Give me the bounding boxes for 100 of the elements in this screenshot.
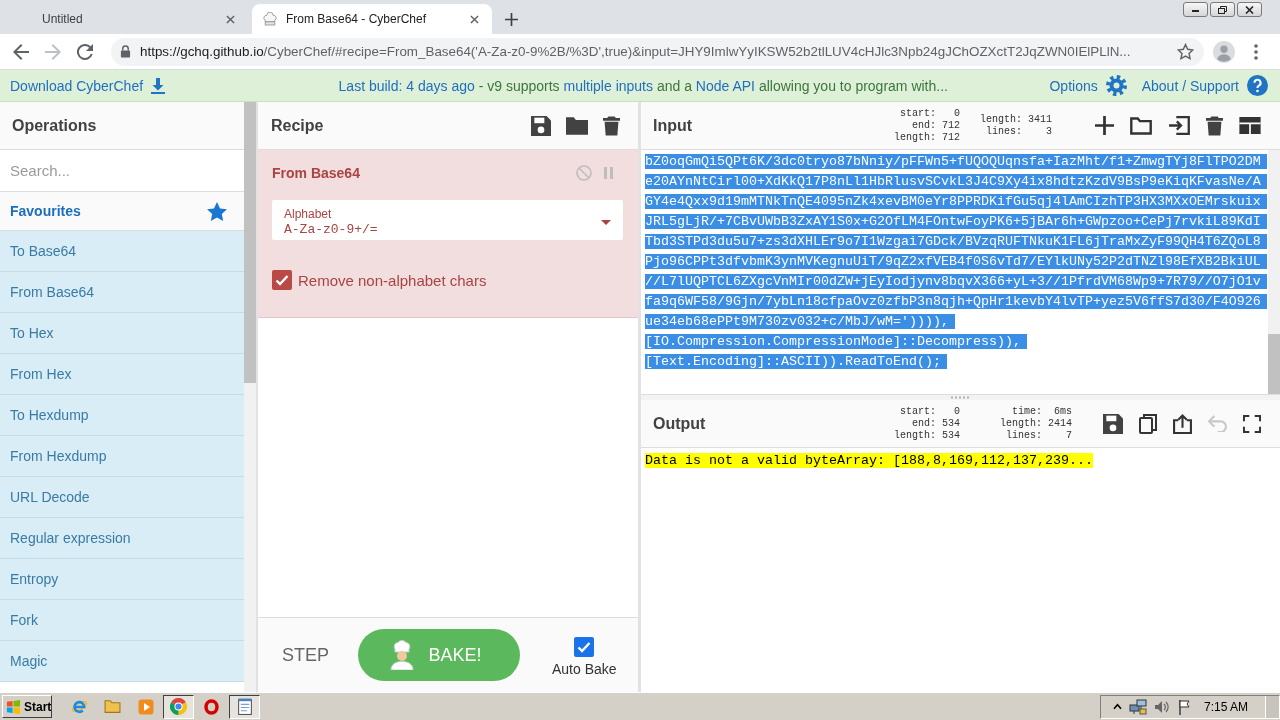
- plus-icon[interactable]: [1095, 116, 1114, 135]
- close-icon[interactable]: [226, 14, 235, 24]
- banner-link[interactable]: Last build: 4 days ago: [338, 77, 475, 94]
- back-arrow-icon[interactable]: [13, 43, 29, 60]
- trash-icon[interactable]: [1206, 115, 1223, 136]
- checkbox[interactable]: [574, 637, 595, 657]
- input-field[interactable]: [641, 150, 1280, 395]
- menu-icon[interactable]: [1254, 43, 1258, 60]
- folder-icon[interactable]: [1130, 116, 1152, 135]
- restore-icon: [1218, 5, 1227, 14]
- fullscreen-icon[interactable]: [1243, 414, 1261, 433]
- stat-label: length:: [893, 131, 936, 144]
- stat-value: 2414: [1048, 417, 1073, 430]
- banner-link[interactable]: multiple inputs: [563, 77, 653, 94]
- stat-label: lines:: [1005, 429, 1042, 442]
- scrollbar[interactable]: [1268, 150, 1280, 394]
- about-link[interactable]: About / Support: [1141, 75, 1268, 96]
- panel-title: Operations: [12, 116, 97, 135]
- arrow-into-box-icon[interactable]: [1168, 116, 1190, 135]
- scrollbar-thumb[interactable]: [244, 102, 256, 383]
- url-text: https://gchq.github.io/CyberChef/#recipe=From_Base64('A-Za-z0-9%2B/%3D',true)&input=JHY9ImlwYyIKSW52b2tlLUV4cHJlc3Npb24gJChOZXctT2JqZWN0IElPLlN...: [140, 44, 1132, 59]
- panel-title: Input: [653, 116, 694, 135]
- start-button[interactable]: Start: [2, 695, 52, 718]
- stat-label: lines:: [985, 125, 1022, 138]
- alphabet-field[interactable]: Alphabet A-Za-z0-9+/=: [272, 200, 623, 240]
- windows-flag-icon: [6, 699, 21, 714]
- output-text: Data is not a valid byteArray: [188,8,169,112,137,239...: [645, 453, 1093, 468]
- stat-value: 3411: [1028, 113, 1053, 126]
- stat-label: end:: [910, 417, 936, 430]
- browser-tab[interactable]: Untitled: [8, 4, 248, 34]
- operation-item[interactable]: From Base64: [0, 272, 244, 313]
- operation-item[interactable]: Regular expression: [0, 518, 244, 559]
- settings-icon: [1105, 75, 1127, 96]
- scrollbar-thumb[interactable]: [1268, 334, 1280, 394]
- browser-tab[interactable]: From Base64 - CyberChef: [252, 4, 492, 34]
- stat-label: end:: [910, 119, 936, 132]
- stat-label: length:: [1000, 417, 1042, 430]
- download-icon: [151, 77, 166, 94]
- stat-value: 3: [1045, 125, 1053, 138]
- folder-icon: [104, 699, 121, 714]
- operation-item[interactable]: Magic: [0, 641, 244, 682]
- browser-icon: [170, 698, 187, 715]
- clock: 7:15 AM: [1203, 699, 1248, 714]
- avatar-icon[interactable]: [1213, 40, 1235, 63]
- stat-value: 0: [953, 107, 960, 120]
- stat-value: 534: [942, 417, 960, 430]
- chef-hat-icon: [262, 12, 278, 26]
- plus-icon[interactable]: [505, 12, 518, 26]
- options-link[interactable]: Options: [1049, 75, 1127, 96]
- checkbox[interactable]: [272, 270, 292, 290]
- star-icon[interactable]: [1177, 43, 1194, 60]
- folder-icon[interactable]: [566, 116, 588, 135]
- close-icon: [1245, 5, 1254, 14]
- operation-item[interactable]: From Hex: [0, 354, 244, 395]
- step-button[interactable]: STEP: [282, 644, 338, 666]
- box-arrow-up-icon[interactable]: [1173, 413, 1192, 434]
- close-button[interactable]: [1237, 2, 1262, 17]
- flag-icon[interactable]: [1176, 698, 1191, 715]
- checkbox-label: Remove non-alphabet chars: [298, 271, 487, 289]
- stat-value: 0: [953, 405, 960, 418]
- operation-item[interactable]: To Hexdump: [0, 395, 244, 436]
- resize-handle[interactable]: [949, 396, 972, 399]
- category-header[interactable]: Favourites: [0, 192, 244, 231]
- stat-value: 712: [942, 119, 960, 132]
- operation-item[interactable]: To Hex: [0, 313, 244, 354]
- stat-value: 6ms: [1053, 405, 1073, 418]
- chevron-up-icon[interactable]: [1112, 703, 1122, 710]
- show-desktop-button[interactable]: [1265, 695, 1279, 718]
- operation-title: From Base64: [272, 165, 360, 181]
- taskbar-button[interactable]: [163, 694, 194, 719]
- stat-label: start:: [898, 405, 936, 418]
- download-link[interactable]: Download CyberChef: [10, 77, 166, 94]
- operation-item[interactable]: From Hexdump: [0, 436, 244, 477]
- operation-item[interactable]: Entropy: [0, 559, 244, 600]
- taskbar-button[interactable]: [229, 694, 260, 719]
- network-icon[interactable]: [1128, 698, 1147, 715]
- panel-title: Recipe: [271, 116, 324, 135]
- stat-value: 534: [942, 429, 960, 442]
- layout-icon[interactable]: [1239, 117, 1261, 134]
- save-icon[interactable]: [1103, 413, 1123, 434]
- operation-item[interactable]: To Base64: [0, 231, 244, 272]
- minimize-button[interactable]: [1183, 2, 1208, 17]
- caret-icon[interactable]: [601, 219, 611, 225]
- address-bar[interactable]: https://gchq.github.io/CyberChef/#recipe=From_Base64('A-Za-z0-9%2B/%3D',true)&input=JHY9ImlwYyIKSW52b2tlLUV4cHJlc3Npb24gJChOZXctT2JqZWN0IElPLlN...: [111, 37, 1204, 66]
- field-label: Alphabet: [284, 206, 333, 221]
- reload-icon[interactable]: [77, 43, 93, 60]
- close-icon[interactable]: [470, 14, 479, 24]
- operation-item[interactable]: Fork: [0, 600, 244, 641]
- save-icon[interactable]: [531, 115, 551, 136]
- panel-title: Output: [653, 414, 707, 433]
- scrollbar[interactable]: [244, 102, 256, 692]
- notepad-icon: [236, 698, 253, 715]
- stat-label: start:: [898, 107, 936, 120]
- restore-button[interactable]: [1210, 2, 1235, 17]
- operation-item[interactable]: URL Decode: [0, 477, 244, 518]
- banner-link[interactable]: Node API: [695, 77, 755, 94]
- bake-button[interactable]: BAKE!: [358, 629, 520, 681]
- trash-icon[interactable]: [603, 115, 620, 136]
- stat-value: 7: [1065, 429, 1073, 442]
- copy-icon[interactable]: [1139, 413, 1157, 434]
